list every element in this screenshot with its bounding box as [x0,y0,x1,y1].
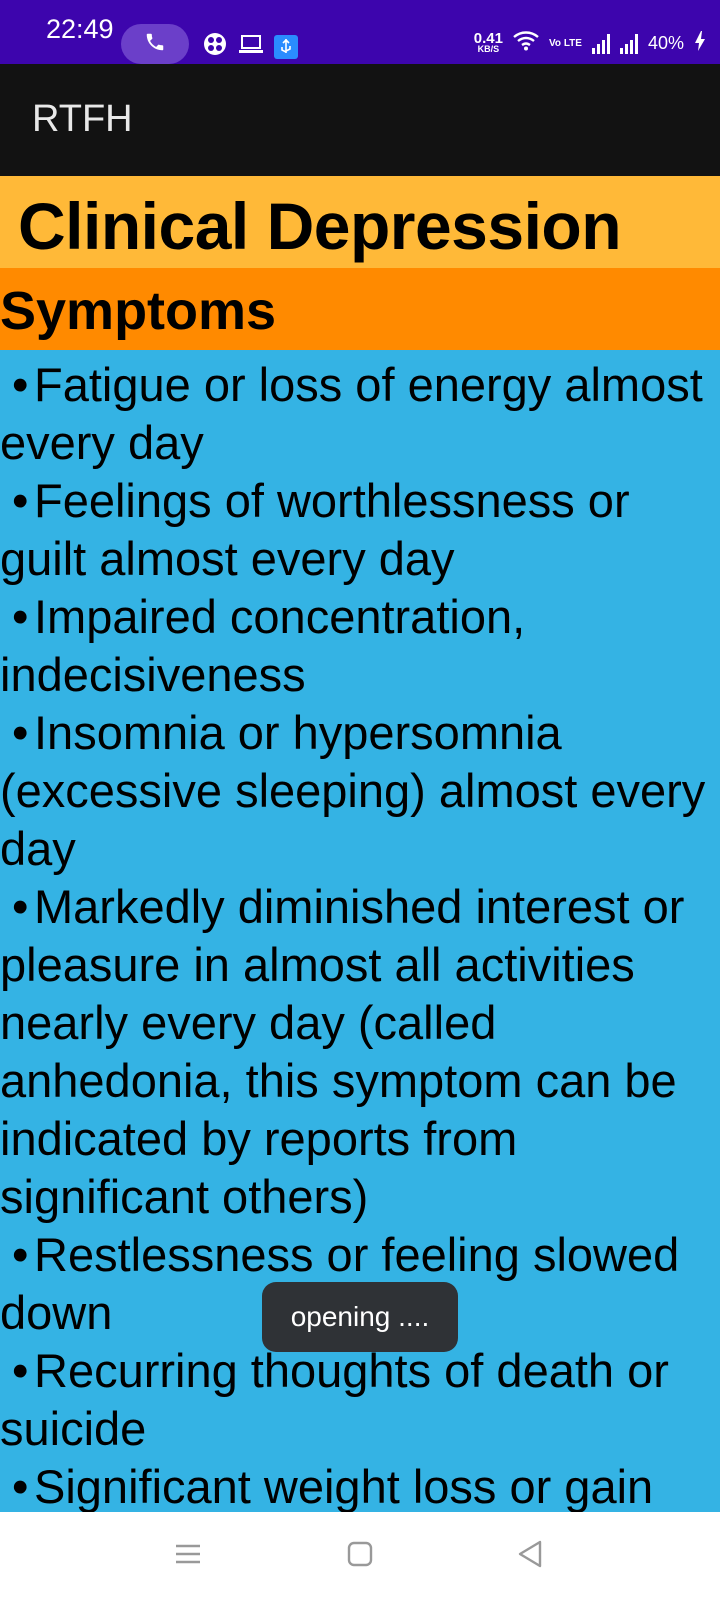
list-item: • Feelings of worthlessness or guilt almo… [0,474,630,585]
volte-indicator: Vo LTE [549,37,582,49]
list-item: • Fatigue or loss of energy almost every … [0,358,703,469]
back-button[interactable] [508,1534,552,1578]
usb-icon [274,34,298,59]
page-title: Clinical Depression [18,189,622,263]
list-item: • Recurring thoughts of death or suicide [0,1344,669,1455]
app-bar: RTFH [0,64,720,176]
status-time: 22:49 [46,14,114,44]
list-item: • Impaired concentration, indecisiveness [0,590,526,701]
phone-call-icon [144,31,166,58]
page-title-band: Clinical Depression [0,176,720,268]
menu-button[interactable] [166,1534,210,1578]
battery-level: 40% [647,33,684,53]
section-header-band: Symptoms [0,268,720,350]
status-bar: 22:49 0.41 KB/S Vo LTE 40% [0,0,720,64]
back-triangle-icon [517,1540,543,1573]
section-title: Symptoms [0,281,277,341]
toast-text: opening .... [290,1301,430,1332]
toast-message: opening .... [262,1282,458,1352]
ongoing-call-chip[interactable] [121,24,189,64]
game-icon [202,31,228,62]
navigation-bar [0,1512,720,1600]
network-speed: 0.41 KB/S [473,29,503,54]
list-item: • Significant weight loss or gain [12,1460,654,1512]
wifi-icon [513,31,539,56]
list-item: • Insomnia or hypersomnia (excessive slee… [0,706,706,875]
signal-icon [619,33,638,54]
signal-icon [591,33,610,54]
app-title: RTFH [32,98,133,140]
laptop-icon [238,33,264,60]
home-square-icon [347,1541,373,1572]
menu-icon [174,1542,202,1571]
home-button[interactable] [338,1534,382,1578]
battery-charging-icon [694,30,706,57]
list-item: • Markedly diminished interest or pleasur… [0,880,685,1223]
